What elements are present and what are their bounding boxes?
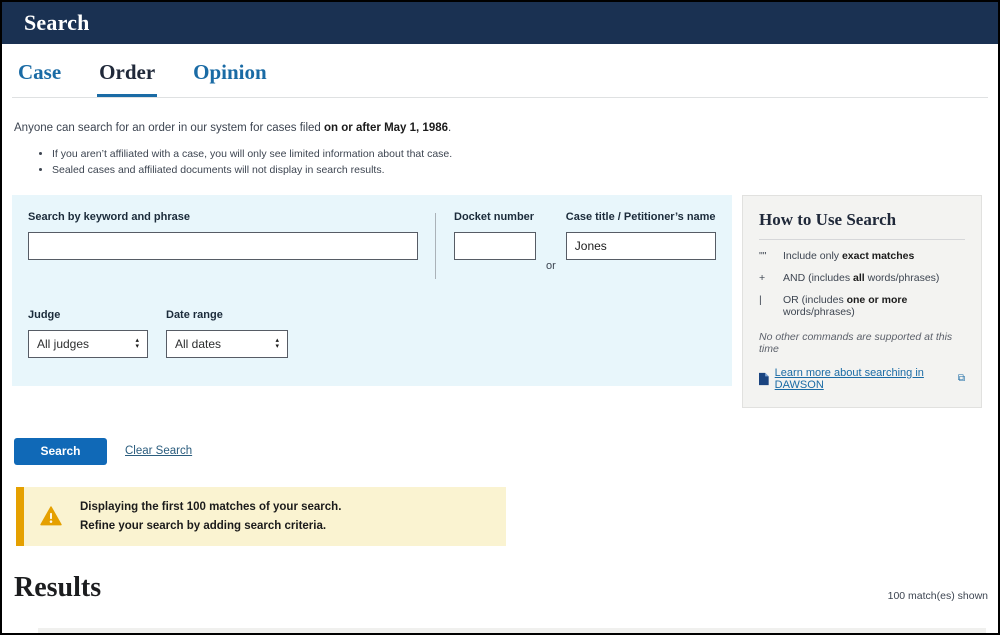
help-link-row: Learn more about searching in DAWSON ⧉ bbox=[759, 367, 965, 391]
match-count: 100 match(es) shown bbox=[888, 590, 988, 604]
keyword-label: Search by keyword and phrase bbox=[28, 211, 418, 223]
intro-pre: Anyone can search for an order in our sy… bbox=[14, 122, 324, 134]
date-range-group: Date range All dates ▴▾ bbox=[166, 309, 288, 358]
help-rule-text: OR (includes one or more words/phrases) bbox=[783, 294, 965, 318]
external-link-icon: ⧉ bbox=[958, 373, 965, 384]
rule-bold: exact matches bbox=[842, 250, 914, 262]
warning-banner: Displaying the first 100 matches of your… bbox=[16, 487, 506, 546]
select-arrows-icon: ▴▾ bbox=[135, 338, 139, 350]
judge-label: Judge bbox=[28, 309, 148, 321]
page: Search Case Order Opinion Anyone can sea… bbox=[0, 0, 1000, 635]
plus-symbol: + bbox=[759, 272, 783, 284]
help-rule-and: + AND (includes all words/phrases) bbox=[759, 272, 965, 284]
help-note: No other commands are supported at this … bbox=[759, 331, 965, 355]
judge-group: Judge All judges ▴▾ bbox=[28, 309, 148, 358]
form-zone: Search by keyword and phrase Docket numb… bbox=[12, 195, 988, 408]
date-range-select-value: All dates bbox=[175, 337, 221, 351]
warning-line-1: Displaying the first 100 matches of your… bbox=[80, 501, 341, 513]
warning-line-2: Refine your search by adding search crit… bbox=[80, 520, 341, 532]
main-content: Case Order Opinion Anyone can search for… bbox=[2, 58, 998, 635]
keyword-input[interactable] bbox=[28, 232, 418, 260]
help-rule-text: Include only exact matches bbox=[783, 250, 914, 262]
intro-bold: on or after May 1, 1986 bbox=[324, 122, 448, 134]
case-title-group: Case title / Petitioner’s name bbox=[566, 211, 716, 260]
actions-row: Search Clear Search bbox=[12, 438, 988, 465]
rule-pre: Include only bbox=[783, 250, 842, 262]
page-title: Search bbox=[24, 10, 90, 36]
rule-pre: AND (includes bbox=[783, 272, 853, 284]
help-title: How to Use Search bbox=[759, 210, 965, 240]
search-button[interactable]: Search bbox=[14, 438, 107, 465]
order-search-form: Search by keyword and phrase Docket numb… bbox=[12, 195, 732, 386]
dawson-help-link[interactable]: Learn more about searching in DAWSON bbox=[775, 367, 952, 391]
tab-order[interactable]: Order bbox=[97, 58, 157, 97]
results-table-header: Date Order Case Title Judge Pages Docket… bbox=[38, 628, 986, 635]
docket-number-input[interactable] bbox=[454, 232, 536, 260]
tab-opinion[interactable]: Opinion bbox=[191, 58, 269, 97]
help-rule-text: AND (includes all words/phrases) bbox=[783, 272, 939, 284]
form-row-2: Judge All judges ▴▾ Date range All dates… bbox=[28, 309, 716, 358]
rule-post: words/phrases) bbox=[783, 306, 855, 318]
pipe-symbol: | bbox=[759, 294, 783, 318]
intro-text: Anyone can search for an order in our sy… bbox=[14, 122, 986, 134]
pdf-icon bbox=[759, 372, 769, 386]
judge-select-value: All judges bbox=[37, 337, 89, 351]
rule-post: words/phrases) bbox=[865, 272, 940, 284]
date-range-label: Date range bbox=[166, 309, 288, 321]
select-arrows-icon: ▴▾ bbox=[275, 338, 279, 350]
bullet-sealed: Sealed cases and affiliated documents wi… bbox=[52, 162, 988, 178]
warning-triangle-icon bbox=[40, 506, 62, 526]
or-text: or bbox=[546, 260, 556, 279]
clear-search-link[interactable]: Clear Search bbox=[125, 445, 192, 457]
form-divider bbox=[435, 213, 436, 279]
rule-pre: OR (includes bbox=[783, 294, 847, 306]
help-rule-or: | OR (includes one or more words/phrases… bbox=[759, 294, 965, 318]
docket-label: Docket number bbox=[454, 211, 536, 223]
results-header: Results 100 match(es) shown bbox=[12, 572, 988, 604]
search-tabs: Case Order Opinion bbox=[12, 58, 988, 98]
how-to-search-panel: How to Use Search "" Include only exact … bbox=[742, 195, 982, 408]
app-header: Search bbox=[2, 2, 998, 44]
quotes-symbol: "" bbox=[759, 250, 783, 262]
rule-bold: one or more bbox=[847, 294, 908, 306]
date-range-select[interactable]: All dates ▴▾ bbox=[166, 330, 288, 358]
warning-text: Displaying the first 100 matches of your… bbox=[80, 501, 341, 532]
case-title-label: Case title / Petitioner’s name bbox=[566, 211, 716, 223]
bullet-affiliation: If you aren’t affiliated with a case, yo… bbox=[52, 146, 988, 162]
tab-case[interactable]: Case bbox=[16, 58, 63, 97]
docket-group: Docket number bbox=[454, 211, 536, 260]
form-row-1: Search by keyword and phrase Docket numb… bbox=[28, 211, 716, 279]
results-title: Results bbox=[14, 572, 101, 604]
judge-select[interactable]: All judges ▴▾ bbox=[28, 330, 148, 358]
help-rule-exact: "" Include only exact matches bbox=[759, 250, 965, 262]
case-title-input[interactable] bbox=[566, 232, 716, 260]
keyword-group: Search by keyword and phrase bbox=[28, 211, 418, 260]
intro-post: . bbox=[448, 122, 451, 134]
info-bullets: If you aren’t affiliated with a case, yo… bbox=[52, 146, 988, 179]
rule-bold: all bbox=[853, 272, 865, 284]
